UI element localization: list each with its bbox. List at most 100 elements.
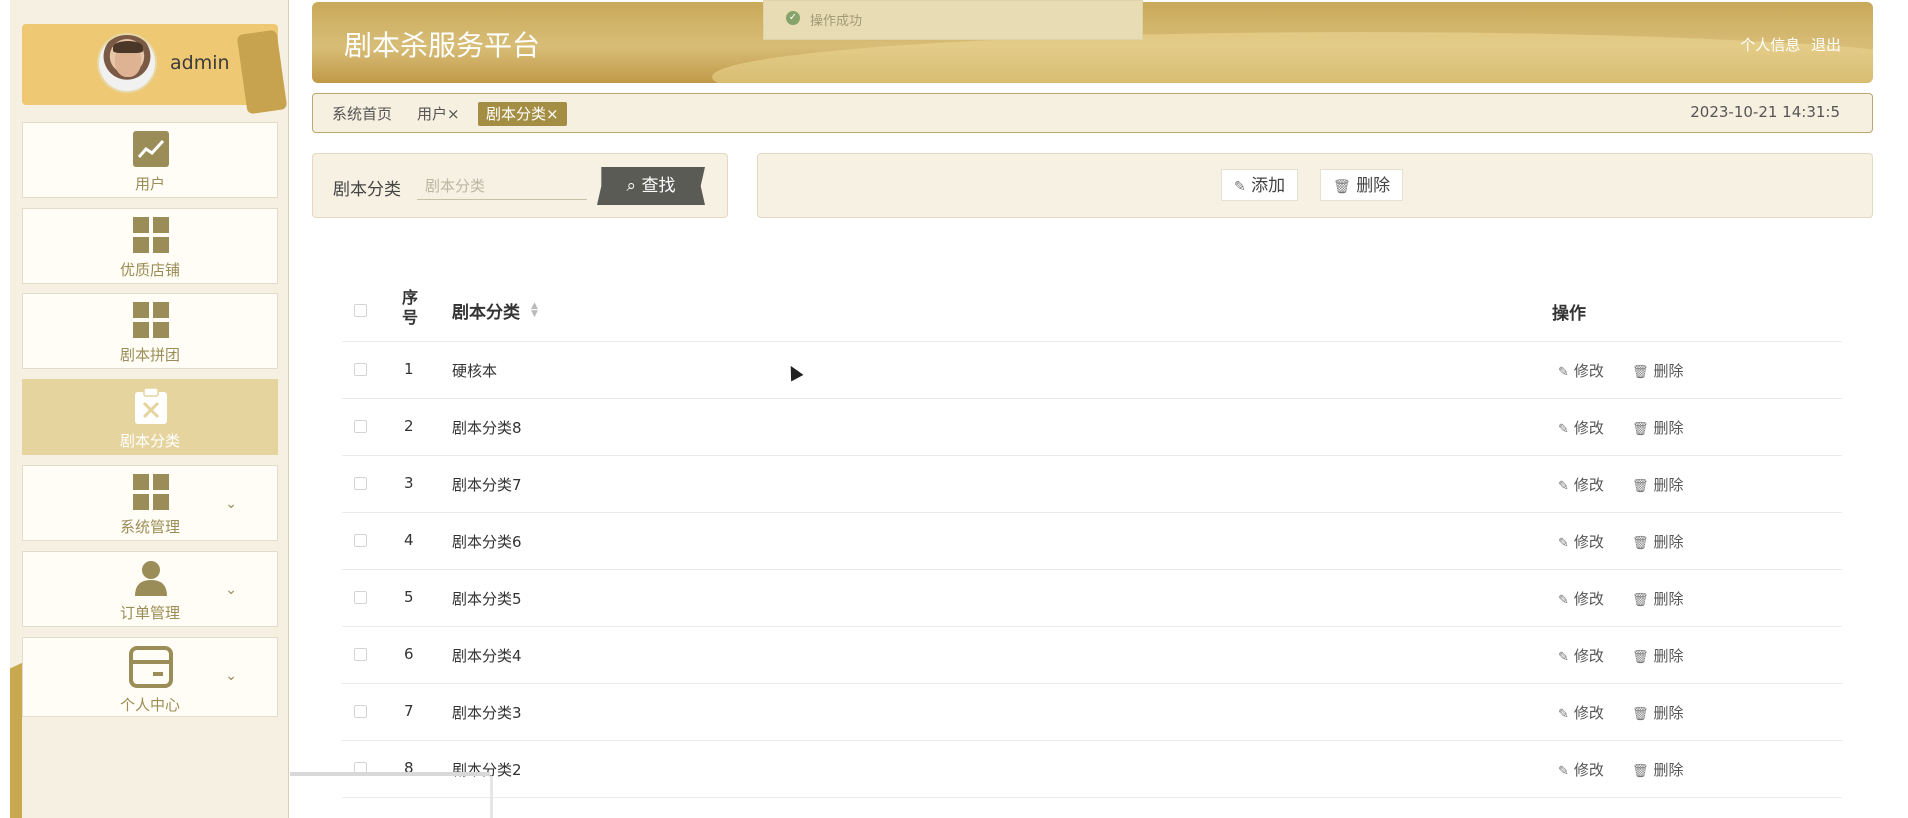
edit-pen-icon: ✎ [1234,179,1246,195]
edit-button[interactable]: ✎ 修改 [1558,588,1604,609]
edit-pen-icon: ✎ [1558,593,1569,608]
table-row: 2 剧本分类8 ✎ 修改 🗑 删除 [342,399,1842,456]
edit-button[interactable]: ✎ 修改 [1558,702,1604,723]
edit-label: 修改 [1573,419,1604,437]
table-row: 3 剧本分类7 ✎ 修改 🗑 删除 [342,456,1842,513]
row-delete-button[interactable]: 🗑 删除 [1632,588,1684,609]
row-checkbox[interactable] [354,591,367,604]
row-checkbox[interactable] [354,705,367,718]
row-delete-button[interactable]: 🗑 删除 [1632,759,1684,780]
sidebar-item-script-category[interactable]: 剧本分类 [22,379,278,455]
row-name: 剧本分类3 [452,704,522,722]
row-checkbox[interactable] [354,363,367,376]
row-delete-button[interactable]: 🗑 删除 [1632,645,1684,666]
search-label: 剧本分类 [333,180,401,200]
sidebar-item-personal-center[interactable]: 个人中心 ⌄ [22,637,278,717]
column-header-name[interactable]: 剧本分类 [452,298,520,323]
edit-button[interactable]: ✎ 修改 [1558,474,1604,495]
avatar [97,33,157,93]
sidebar-item-orders[interactable]: 订单管理 ⌄ [22,551,278,627]
tab-script-category[interactable]: 剧本分类× [478,102,567,126]
row-delete-button[interactable]: 🗑 删除 [1632,474,1684,495]
grid-icon [133,474,169,510]
edit-pen-icon: ✎ [1558,422,1569,437]
edit-label: 修改 [1573,362,1604,380]
row-checkbox[interactable] [354,534,367,547]
sidebar-item-label: 优质店铺 [119,261,180,279]
edit-label: 修改 [1573,476,1604,494]
tab-user[interactable]: 用户× [417,102,460,126]
sort-icon[interactable]: ▲ ▼ [531,302,538,319]
grid-icon [133,302,169,338]
trash-icon: 🗑 [1632,536,1649,551]
row-index: 3 [404,474,414,492]
edit-label: 修改 [1573,704,1604,722]
sidebar-item-system[interactable]: 系统管理 ⌄ [22,465,278,541]
search-icon: ⌕ [626,176,637,196]
toast-message: 操作成功 [810,14,863,29]
logout-link[interactable]: 退出 [1811,36,1841,54]
sidebar-item-group[interactable]: 剧本拼团 [22,293,278,369]
delete-label: 删除 [1653,761,1684,779]
row-checkbox[interactable] [354,648,367,661]
select-all-checkbox[interactable] [354,304,367,317]
table-header: 序号 剧本分类 ▲ ▼ 操作 [342,284,1842,342]
sidebar-item-label: 订单管理 [119,604,180,622]
header-links: 个人信息 退出 [1734,34,1841,55]
trash-icon: 🗑 [1632,707,1649,722]
table-row: 1 硬核本 ✎ 修改 🗑 删除 [342,342,1842,399]
sidebar-item-label: 系统管理 [119,518,180,536]
table-row: 7 剧本分类3 ✎ 修改 🗑 删除 [342,684,1842,741]
edit-button[interactable]: ✎ 修改 [1558,645,1604,666]
edit-pen-icon: ✎ [1558,650,1569,665]
row-name: 剧本分类2 [452,761,522,779]
row-delete-button[interactable]: 🗑 删除 [1632,360,1684,381]
row-index: 2 [404,417,414,435]
person-icon [135,561,167,596]
delete-label: 删除 [1653,704,1684,722]
edit-label: 修改 [1573,761,1604,779]
search-input[interactable] [417,172,587,200]
trash-icon: 🗑 [1632,365,1649,380]
table-row: 4 剧本分类6 ✎ 修改 🗑 删除 [342,513,1842,570]
edit-button[interactable]: ✎ 修改 [1558,360,1604,381]
add-button[interactable]: ✎ 添加 [1221,169,1299,201]
chart-icon [133,131,169,167]
delete-label: 删除 [1653,476,1684,494]
row-index: 5 [404,588,414,606]
row-delete-button[interactable]: 🗑 删除 [1632,531,1684,552]
tab-bar: 系统首页 用户× 剧本分类× 2023-10-21 14:31:5 [312,93,1873,133]
row-checkbox[interactable] [354,420,367,433]
trash-icon: 🗑 [1632,422,1649,437]
row-delete-button[interactable]: 🗑 删除 [1632,417,1684,438]
edit-button[interactable]: ✎ 修改 [1558,759,1604,780]
row-name: 剧本分类8 [452,419,522,437]
delete-button[interactable]: 🗑 删除 [1320,169,1404,201]
row-delete-button[interactable]: 🗑 删除 [1632,702,1684,723]
trash-icon: 🗑 [1632,593,1649,608]
edit-label: 修改 [1573,533,1604,551]
corner-decoration [10,662,22,818]
edit-button[interactable]: ✎ 修改 [1558,417,1604,438]
action-panel: ✎ 添加 🗑 删除 [757,153,1873,218]
edit-button[interactable]: ✎ 修改 [1558,531,1604,552]
sidebar-item-label: 剧本分类 [119,432,180,450]
chevron-down-icon: ⌄ [225,668,237,684]
edit-pen-icon: ✎ [1558,365,1569,380]
avatar-hair [113,41,143,53]
row-checkbox[interactable] [354,477,367,490]
sidebar-item-label: 剧本拼团 [119,346,180,364]
search-button[interactable]: ⌕ 查找 [597,167,705,205]
sidebar-item-user[interactable]: 用户 [22,122,278,198]
column-header-index: 序号 [402,288,419,327]
add-button-label: 添加 [1251,176,1286,196]
profile-link[interactable]: 个人信息 [1740,36,1800,54]
edit-pen-icon: ✎ [1558,707,1569,722]
row-name: 剧本分类4 [452,647,522,665]
sidebar-item-shops[interactable]: 优质店铺 [22,208,278,284]
background-decoration [290,772,490,776]
delete-button-label: 删除 [1356,176,1391,196]
tab-home[interactable]: 系统首页 [332,102,392,126]
trash-icon: 🗑 [1632,764,1649,779]
username: admin [170,52,230,74]
